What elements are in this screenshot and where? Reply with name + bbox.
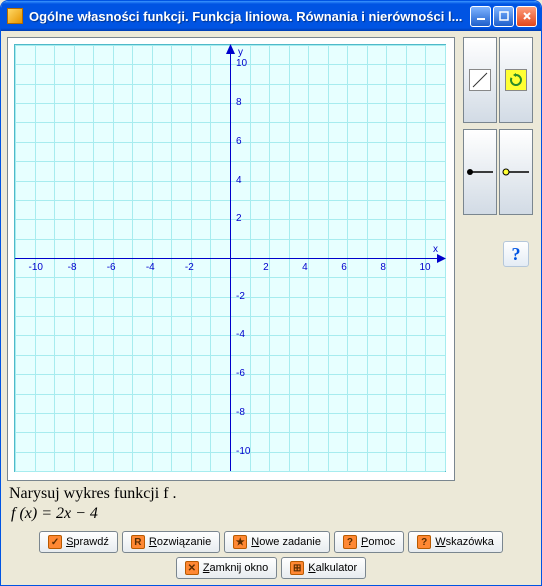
segment-closed-icon: [465, 166, 495, 178]
help-button[interactable]: ?Pomoc: [334, 531, 404, 553]
maximize-icon: [499, 11, 509, 21]
calculator-button[interactable]: ⊞Kalkulator: [281, 557, 366, 579]
tool-line[interactable]: [463, 37, 497, 123]
hint-label: skazówka: [446, 536, 494, 548]
segment-open-icon: [501, 166, 531, 178]
titlebar: Ogólne własności funkcji. Funkcja liniow…: [1, 1, 541, 31]
help-icon: ?: [343, 535, 357, 549]
new-task-icon: ★: [233, 535, 247, 549]
line-icon: [469, 69, 491, 91]
check-icon: ✓: [48, 535, 62, 549]
new-task-button[interactable]: ★Nowe zadanie: [224, 531, 330, 553]
minimize-button[interactable]: [470, 6, 491, 27]
check-label: prawdź: [73, 536, 108, 548]
window-title: Ogólne własności funkcji. Funkcja liniow…: [29, 9, 470, 24]
secondary-button-row: ✕Zamknij okno ⊞Kalkulator: [7, 555, 535, 581]
task-prompt-text: Narysuj wykres funkcji f .: [9, 485, 177, 502]
calc-label: alkulator: [316, 562, 358, 574]
close-icon: [522, 11, 532, 21]
graph-canvas[interactable]: -10-8-6-4-2246810-10-8-6-4-2246810xy: [14, 44, 446, 472]
help-label: omoc: [368, 536, 395, 548]
solution-button[interactable]: RRozwiązanie: [122, 531, 220, 553]
app-icon: [7, 8, 23, 24]
app-window: Ogólne własności funkcji. Funkcja liniow…: [0, 0, 542, 586]
maximize-button[interactable]: [493, 6, 514, 27]
check-button[interactable]: ✓Sprawdź: [39, 531, 118, 553]
content-area: -10-8-6-4-2246810-10-8-6-4-2246810xy: [1, 31, 541, 585]
close-button[interactable]: [516, 6, 537, 27]
calculator-icon: ⊞: [290, 561, 304, 575]
graph-frame: -10-8-6-4-2246810-10-8-6-4-2246810xy: [7, 37, 455, 481]
close-window-button[interactable]: ✕Zamknij okno: [176, 557, 277, 579]
minimize-icon: [476, 11, 486, 21]
hint-icon: ?: [417, 535, 431, 549]
window-controls: [470, 6, 537, 27]
tool-segment-open[interactable]: [499, 129, 533, 215]
hint-button[interactable]: ?Wskazówka: [408, 531, 503, 553]
close-window-icon: ✕: [185, 561, 199, 575]
close-label: amknij okno: [210, 562, 269, 574]
refresh-icon: [505, 69, 527, 91]
main-row: -10-8-6-4-2246810-10-8-6-4-2246810xy: [7, 37, 535, 481]
task-prompt: Narysuj wykres funkcji f .: [7, 481, 535, 503]
primary-button-row: ✓Sprawdź RRozwiązanie ★Nowe zadanie ?Pom…: [7, 529, 535, 555]
tool-column: ?: [463, 37, 533, 267]
new-task-label: owe zadanie: [259, 536, 321, 548]
tool-refresh[interactable]: [499, 37, 533, 123]
tool-segment-closed[interactable]: [463, 129, 497, 215]
task-formula: f (x) = 2x − 4: [7, 503, 535, 529]
context-help-button[interactable]: ?: [503, 241, 529, 267]
solution-label: ozwiązanie: [157, 536, 211, 548]
solution-icon: R: [131, 535, 145, 549]
